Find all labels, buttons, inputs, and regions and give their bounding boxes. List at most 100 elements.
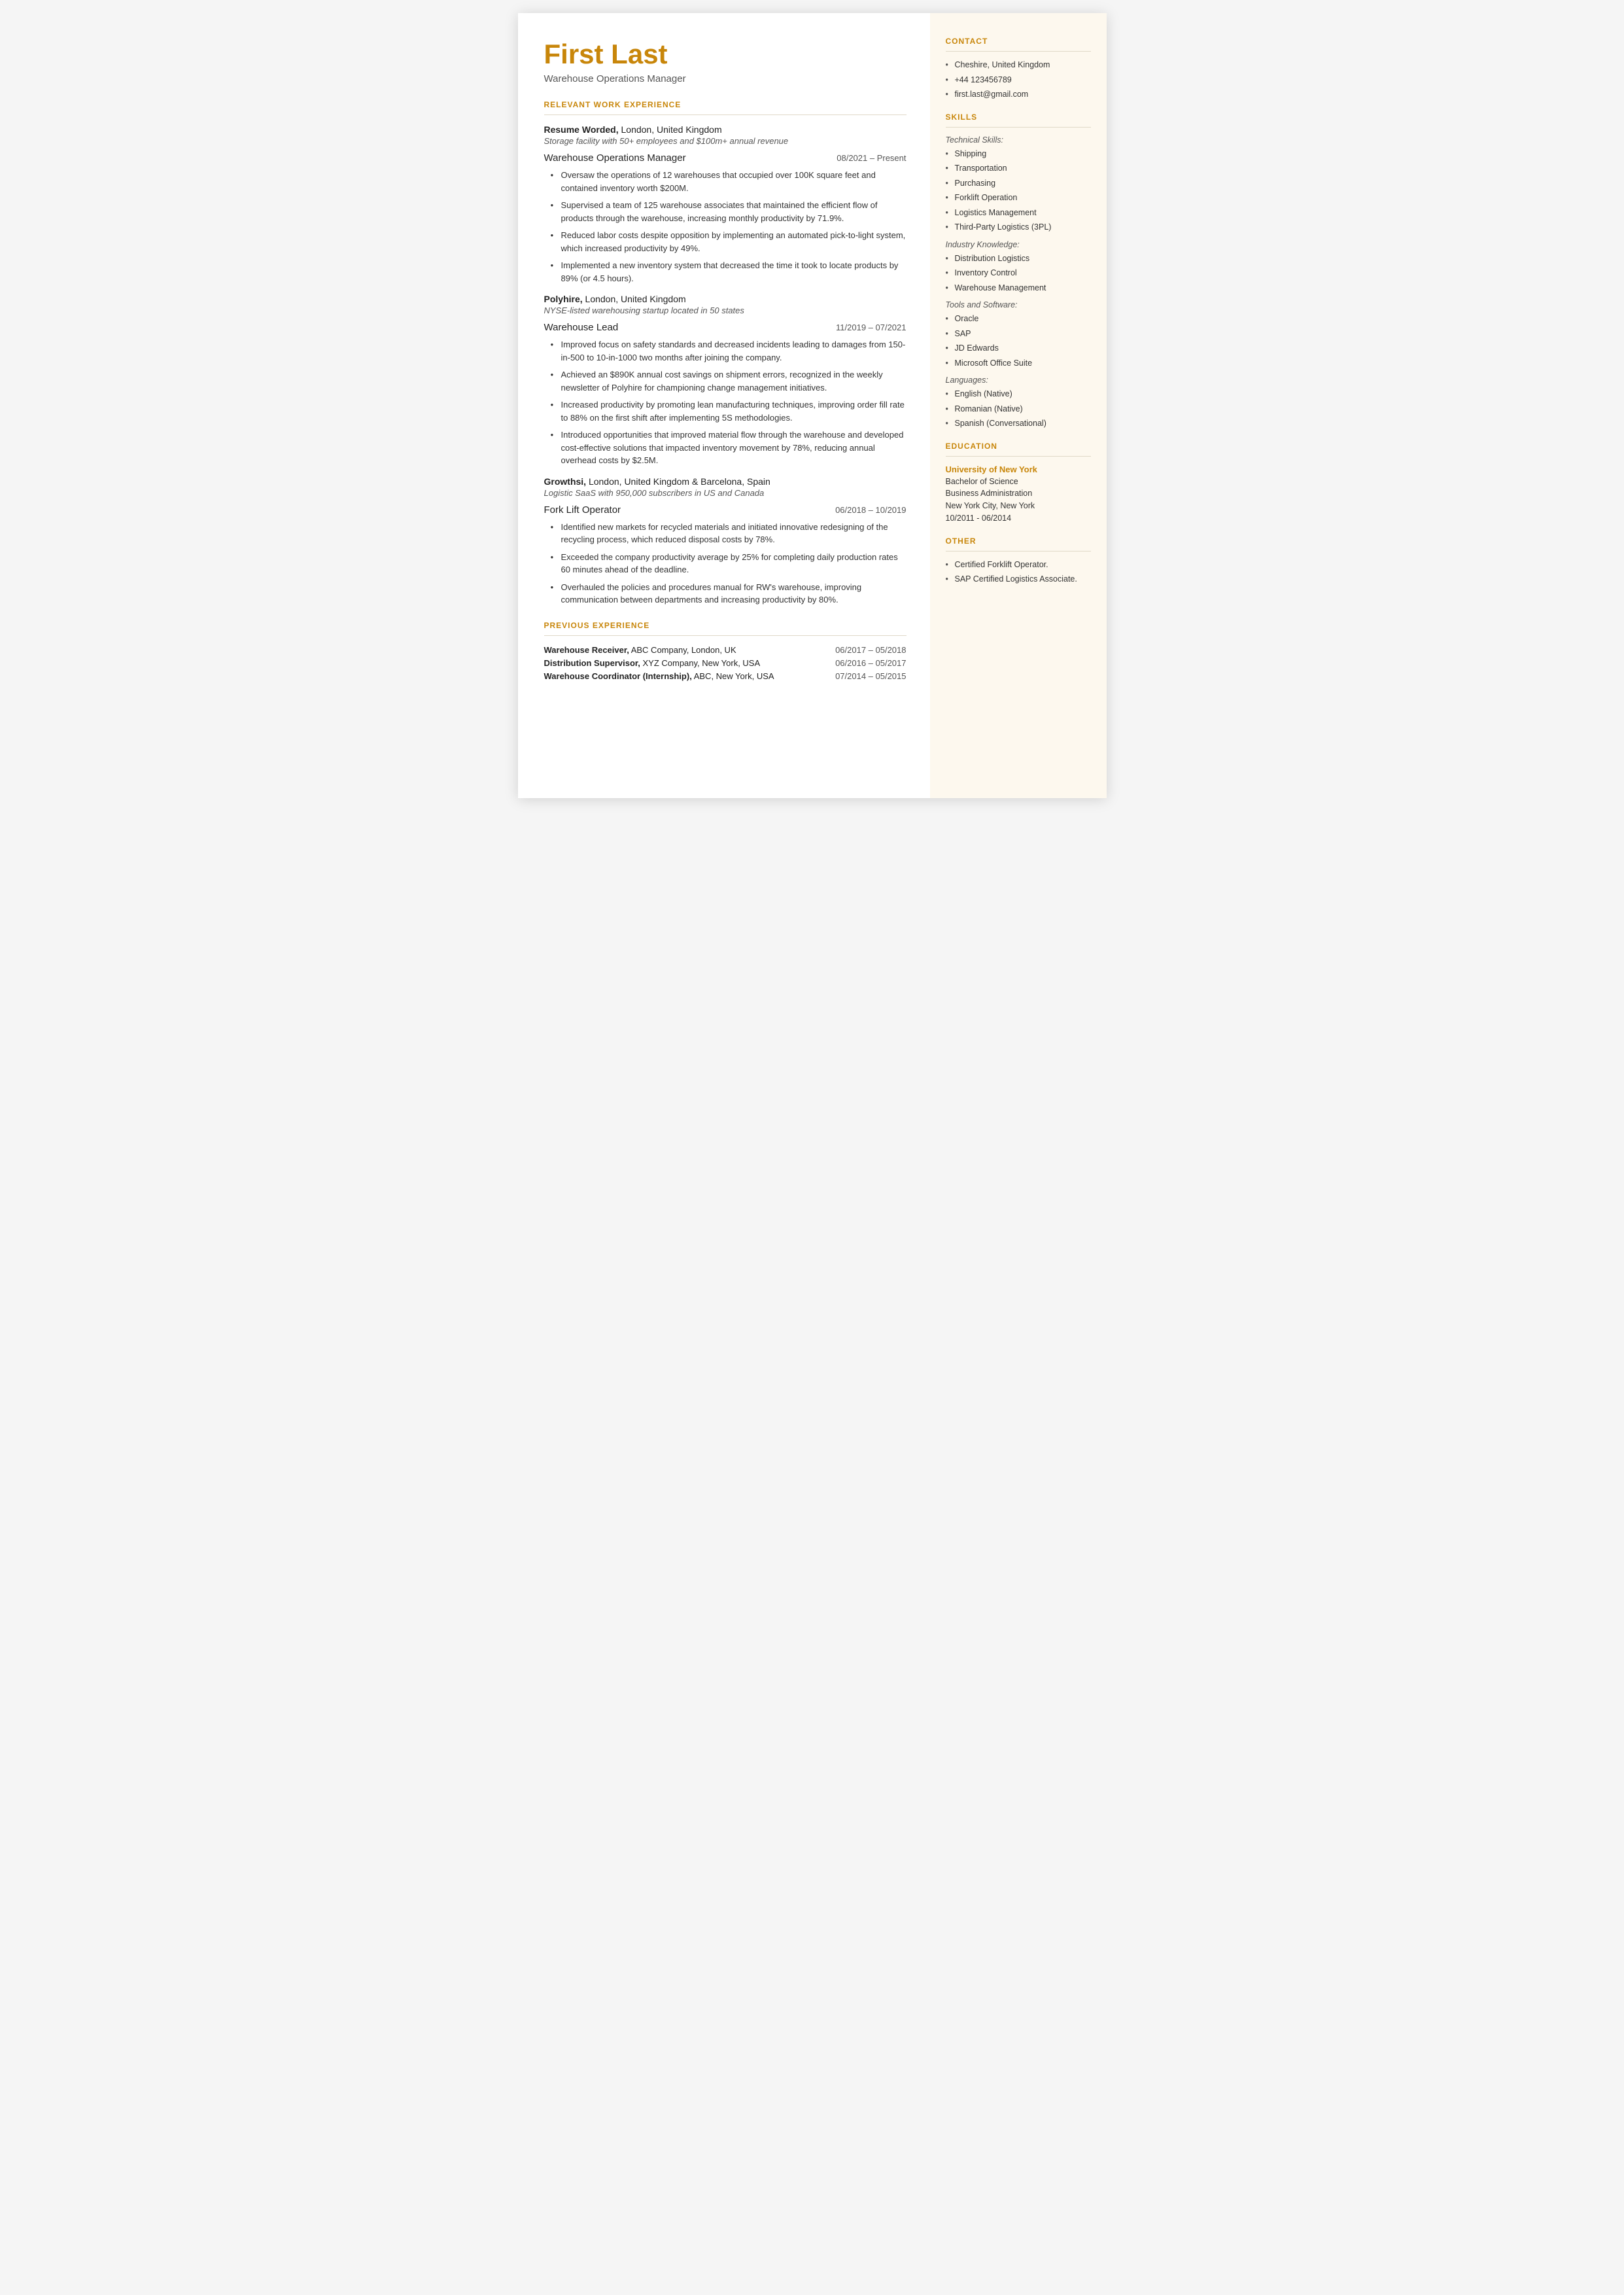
technical-skills-label: Technical Skills: [946, 135, 1091, 145]
prev-exp-1-company: ABC Company, London, UK [631, 645, 736, 655]
job-3-dates: 06/2018 – 10/2019 [835, 505, 906, 515]
job-1: Resume Worded, London, United Kingdom St… [544, 124, 907, 285]
industry-knowledge-label: Industry Knowledge: [946, 240, 1091, 249]
job-1-bullet-3: Reduced labor costs despite opposition b… [551, 229, 907, 254]
tools-label: Tools and Software: [946, 300, 1091, 309]
job-2-desc: NYSE-listed warehousing startup located … [544, 306, 907, 315]
contact-address: Cheshire, United Kingdom [946, 60, 1091, 71]
job-3-company-name: Growthsi, [544, 476, 587, 487]
lang-spanish: Spanish (Conversational) [946, 418, 1091, 430]
job-2-company-name: Polyhire, [544, 294, 583, 304]
job-2-row: Warehouse Lead 11/2019 – 07/2021 [544, 322, 907, 333]
job-1-location: London, United Kingdom [621, 124, 722, 135]
job-2: Polyhire, London, United Kingdom NYSE-li… [544, 294, 907, 467]
other-section-title: OTHER [946, 536, 1091, 546]
edu-location: New York City, New York [946, 500, 1091, 512]
languages-label: Languages: [946, 376, 1091, 385]
contact-section-title: CONTACT [946, 37, 1091, 46]
tool-ms-office: Microsoft Office Suite [946, 358, 1091, 370]
resume-container: First Last Warehouse Operations Manager … [518, 13, 1107, 798]
tool-jd-edwards: JD Edwards [946, 343, 1091, 355]
industry-knowledge-list: Distribution Logistics Inventory Control… [946, 253, 1091, 294]
job-1-bullet-2: Supervised a team of 125 warehouse assoc… [551, 199, 907, 224]
prev-exp-1-dates: 06/2017 – 05/2018 [835, 645, 906, 655]
job-2-bullet-3: Increased productivity by promoting lean… [551, 398, 907, 424]
right-column: CONTACT Cheshire, United Kingdom +44 123… [930, 13, 1107, 798]
skill-distribution: Distribution Logistics [946, 253, 1091, 265]
prev-exp-1-role: Warehouse Receiver, [544, 645, 629, 655]
job-1-row: Warehouse Operations Manager 08/2021 – P… [544, 152, 907, 164]
technical-skills-list: Shipping Transportation Purchasing Forkl… [946, 149, 1091, 234]
skill-3pl: Third-Party Logistics (3PL) [946, 222, 1091, 234]
job-title-header: Warehouse Operations Manager [544, 73, 907, 84]
prev-exp-3-dates: 07/2014 – 05/2015 [835, 671, 906, 681]
job-3-row: Fork Lift Operator 06/2018 – 10/2019 [544, 504, 907, 516]
contact-phone: +44 123456789 [946, 75, 1091, 86]
other-item-1: Certified Forklift Operator. [946, 559, 1091, 571]
divider-other [946, 551, 1091, 552]
job-3-title: Fork Lift Operator [544, 504, 621, 516]
edu-degree: Bachelor of Science [946, 476, 1091, 488]
divider-skills [946, 127, 1091, 128]
job-1-company-header: Resume Worded, London, United Kingdom [544, 124, 907, 135]
job-2-title: Warehouse Lead [544, 322, 619, 333]
job-2-bullet-4: Introduced opportunities that improved m… [551, 429, 907, 467]
left-column: First Last Warehouse Operations Manager … [518, 13, 930, 798]
job-3-company-header: Growthsi, London, United Kingdom & Barce… [544, 476, 907, 487]
job-2-bullets: Improved focus on safety standards and d… [544, 338, 907, 467]
skill-inventory: Inventory Control [946, 268, 1091, 279]
lang-english: English (Native) [946, 389, 1091, 400]
lang-romanian: Romanian (Native) [946, 404, 1091, 415]
skill-transportation: Transportation [946, 163, 1091, 175]
edu-field: Business Administration [946, 487, 1091, 500]
contact-list: Cheshire, United Kingdom +44 123456789 f… [946, 60, 1091, 101]
prev-exp-2-dates: 06/2016 – 05/2017 [835, 658, 906, 668]
prev-exp-1-label: Warehouse Receiver, ABC Company, London,… [544, 645, 736, 655]
job-1-bullet-4: Implemented a new inventory system that … [551, 259, 907, 285]
skill-logistics-mgmt: Logistics Management [946, 207, 1091, 219]
prev-exp-row-2: Distribution Supervisor, XYZ Company, Ne… [544, 658, 907, 668]
job-2-bullet-2: Achieved an $890K annual cost savings on… [551, 368, 907, 394]
job-2-bullet-1: Improved focus on safety standards and d… [551, 338, 907, 364]
job-3-bullet-3: Overhauled the policies and procedures m… [551, 581, 907, 606]
prev-exp-3-company: ABC, New York, USA [694, 671, 774, 681]
tools-list: Oracle SAP JD Edwards Microsoft Office S… [946, 313, 1091, 369]
prev-exp-row-3: Warehouse Coordinator (Internship), ABC,… [544, 671, 907, 681]
skill-purchasing: Purchasing [946, 178, 1091, 190]
prev-exp-2-label: Distribution Supervisor, XYZ Company, Ne… [544, 658, 761, 668]
job-3: Growthsi, London, United Kingdom & Barce… [544, 476, 907, 606]
prev-exp-2-role: Distribution Supervisor, [544, 658, 640, 668]
divider-relevant [544, 114, 907, 115]
skill-forklift: Forklift Operation [946, 192, 1091, 204]
other-list: Certified Forklift Operator. SAP Certifi… [946, 559, 1091, 586]
job-1-desc: Storage facility with 50+ employees and … [544, 136, 907, 146]
skills-section-title: SKILLS [946, 113, 1091, 122]
job-2-location: London, United Kingdom [585, 294, 686, 304]
skill-warehouse-mgmt: Warehouse Management [946, 283, 1091, 294]
job-3-bullets: Identified new markets for recycled mate… [544, 521, 907, 606]
full-name: First Last [544, 39, 907, 69]
other-item-2: SAP Certified Logistics Associate. [946, 574, 1091, 586]
tool-sap: SAP [946, 328, 1091, 340]
job-1-title: Warehouse Operations Manager [544, 152, 686, 164]
job-1-bullet-1: Oversaw the operations of 12 warehouses … [551, 169, 907, 194]
job-3-bullet-2: Exceeded the company productivity averag… [551, 551, 907, 576]
contact-email: first.last@gmail.com [946, 89, 1091, 101]
job-3-location: London, United Kingdom & Barcelona, Spai… [589, 476, 770, 487]
job-3-desc: Logistic SaaS with 950,000 subscribers i… [544, 488, 907, 498]
edu-dates: 10/2011 - 06/2014 [946, 512, 1091, 525]
relevant-work-section-title: RELEVANT WORK EXPERIENCE [544, 100, 907, 109]
education-section-title: EDUCATION [946, 442, 1091, 451]
prev-exp-3-label: Warehouse Coordinator (Internship), ABC,… [544, 671, 774, 681]
job-1-bullets: Oversaw the operations of 12 warehouses … [544, 169, 907, 285]
edu-school: University of New York [946, 464, 1091, 474]
tool-oracle: Oracle [946, 313, 1091, 325]
divider-education [946, 456, 1091, 457]
job-1-dates: 08/2021 – Present [837, 153, 906, 163]
education-entry-1: University of New York Bachelor of Scien… [946, 464, 1091, 525]
job-1-company-name: Resume Worded, [544, 124, 619, 135]
divider-contact [946, 51, 1091, 52]
previous-experience-section-title: PREVIOUS EXPERIENCE [544, 621, 907, 630]
skill-shipping: Shipping [946, 149, 1091, 160]
job-3-bullet-1: Identified new markets for recycled mate… [551, 521, 907, 546]
